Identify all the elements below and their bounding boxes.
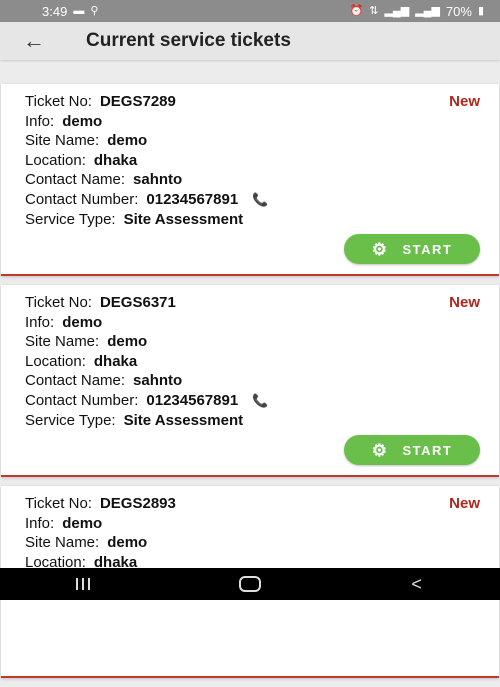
message-icon: ▬: [73, 4, 85, 17]
battery-percent: 70%: [445, 3, 472, 19]
bicycle-icon: ⚲: [90, 4, 99, 17]
info-value: demo: [62, 313, 103, 331]
info-label: Info:: [25, 112, 55, 130]
contact-name-label: Contact Name:: [25, 171, 126, 189]
page-title: Current service tickets: [86, 30, 291, 51]
ticket-no-value: DEGS7289: [99, 93, 176, 110]
service-type-label: Service Type:: [25, 210, 116, 228]
site-name-label: Site Name:: [25, 534, 100, 552]
home-button[interactable]: [220, 568, 280, 600]
info-row: Info: demo: [25, 112, 481, 132]
start-button[interactable]: ⚙ START: [344, 234, 480, 264]
ticket-details: Ticket No: DEGS2893 Info: demo Site Name: d…: [25, 494, 481, 572]
service-type-value: Site Assessment: [123, 210, 244, 228]
contact-number-row: Contact Number: 01234567891 📞: [25, 190, 481, 210]
status-right: ⏰ ⇅ ▂▄▆ ▂▄▆ 70% ▮: [350, 4, 484, 19]
info-label: Info:: [25, 313, 55, 331]
ticket-card[interactable]: New Ticket No: DEGS6371 Info: demo Site Na…: [1, 285, 499, 477]
contact-name-row: Contact Name: sahnto: [25, 170, 481, 190]
ticket-no-row: Ticket No: DEGS7289: [25, 92, 481, 112]
site-name-value: demo: [107, 534, 148, 552]
ticket-no-label: Ticket No:: [25, 495, 92, 512]
status-left: 3:49 ▬ ⚲: [42, 4, 98, 19]
navigation-bar: <: [0, 568, 500, 600]
phone-icon[interactable]: 📞: [252, 393, 268, 408]
ticket-no-row: Ticket No: DEGS6371: [25, 293, 481, 313]
start-button[interactable]: ⚙ START: [344, 435, 480, 465]
ticket-no-label: Ticket No:: [25, 93, 92, 110]
start-label: START: [402, 241, 453, 257]
info-label: Info:: [25, 514, 55, 532]
status-time: 3:49: [42, 3, 68, 19]
ticket-details: Ticket No: DEGS7289 Info: demo Site Name: d…: [25, 92, 481, 229]
info-row: Info: demo: [25, 514, 481, 534]
recent-apps-button[interactable]: [53, 568, 113, 600]
site-name-row: Site Name: demo: [25, 533, 481, 553]
back-button[interactable]: ←: [16, 23, 52, 59]
location-label: Location:: [25, 352, 86, 370]
gears-icon: ⚙: [371, 440, 389, 460]
site-name-label: Site Name:: [25, 132, 100, 150]
ticket-no-row: Ticket No: DEGS2893: [25, 494, 481, 514]
info-value: demo: [62, 514, 103, 532]
ticket-details: Ticket No: DEGS6371 Info: demo Site Name: d…: [25, 293, 481, 430]
contact-number-value[interactable]: 01234567891: [146, 191, 238, 208]
site-name-label: Site Name:: [25, 333, 100, 351]
site-name-value: demo: [107, 132, 148, 150]
contact-number-row: Contact Number: 01234567891 📞: [25, 391, 481, 411]
ticket-no-label: Ticket No:: [25, 294, 92, 311]
service-type-row: Service Type: Site Assessment: [25, 210, 481, 230]
contact-name-value: sahnto: [133, 171, 183, 189]
phone-icon[interactable]: 📞: [252, 192, 268, 207]
service-type-label: Service Type:: [25, 411, 116, 429]
data-icon: ⇅: [369, 4, 379, 17]
ticket-card[interactable]: New Ticket No: DEGS7289 Info: demo Site Na…: [1, 84, 499, 276]
location-row: Location: dhaka: [25, 151, 481, 171]
location-label: Location:: [25, 151, 86, 169]
gears-icon: ⚙: [371, 239, 389, 259]
recent-apps-icon: [76, 578, 91, 590]
contact-name-value: sahnto: [133, 372, 183, 390]
contact-name-label: Contact Name:: [25, 372, 126, 390]
contact-name-row: Contact Name: sahnto: [25, 371, 481, 391]
app-bar: ← Current service tickets: [0, 22, 500, 60]
battery-icon: ▮: [477, 4, 484, 17]
contact-number-value[interactable]: 01234567891: [146, 392, 238, 409]
site-name-value: demo: [107, 333, 148, 351]
site-name-row: Site Name: demo: [25, 131, 481, 151]
contact-number-label: Contact Number:: [25, 190, 139, 208]
ticket-no-value: DEGS2893: [99, 495, 176, 512]
home-icon: [238, 576, 261, 592]
service-type-value: Site Assessment: [123, 411, 244, 429]
back-nav-button[interactable]: <: [387, 568, 447, 600]
location-row: Location: dhaka: [25, 352, 481, 372]
info-value: demo: [62, 112, 103, 130]
contact-number-label: Contact Number:: [25, 391, 139, 409]
service-type-row: Service Type: Site Assessment: [25, 411, 481, 431]
location-value: dhaka: [93, 352, 138, 370]
signal-icon-2: ▂▄▆: [415, 4, 440, 17]
location-value: dhaka: [93, 151, 138, 169]
site-name-row: Site Name: demo: [25, 332, 481, 352]
status-bar: 3:49 ▬ ⚲ ⏰ ⇅ ▂▄▆ ▂▄▆ 70% ▮: [0, 0, 500, 22]
signal-icon: ▂▄▆: [384, 4, 410, 17]
chevron-left-icon: <: [411, 573, 422, 594]
info-row: Info: demo: [25, 313, 481, 333]
start-label: START: [402, 442, 453, 458]
ticket-no-value: DEGS6371: [99, 294, 176, 311]
arrow-left-icon: ←: [23, 28, 45, 53]
alarm-icon: ⏰: [349, 4, 364, 17]
